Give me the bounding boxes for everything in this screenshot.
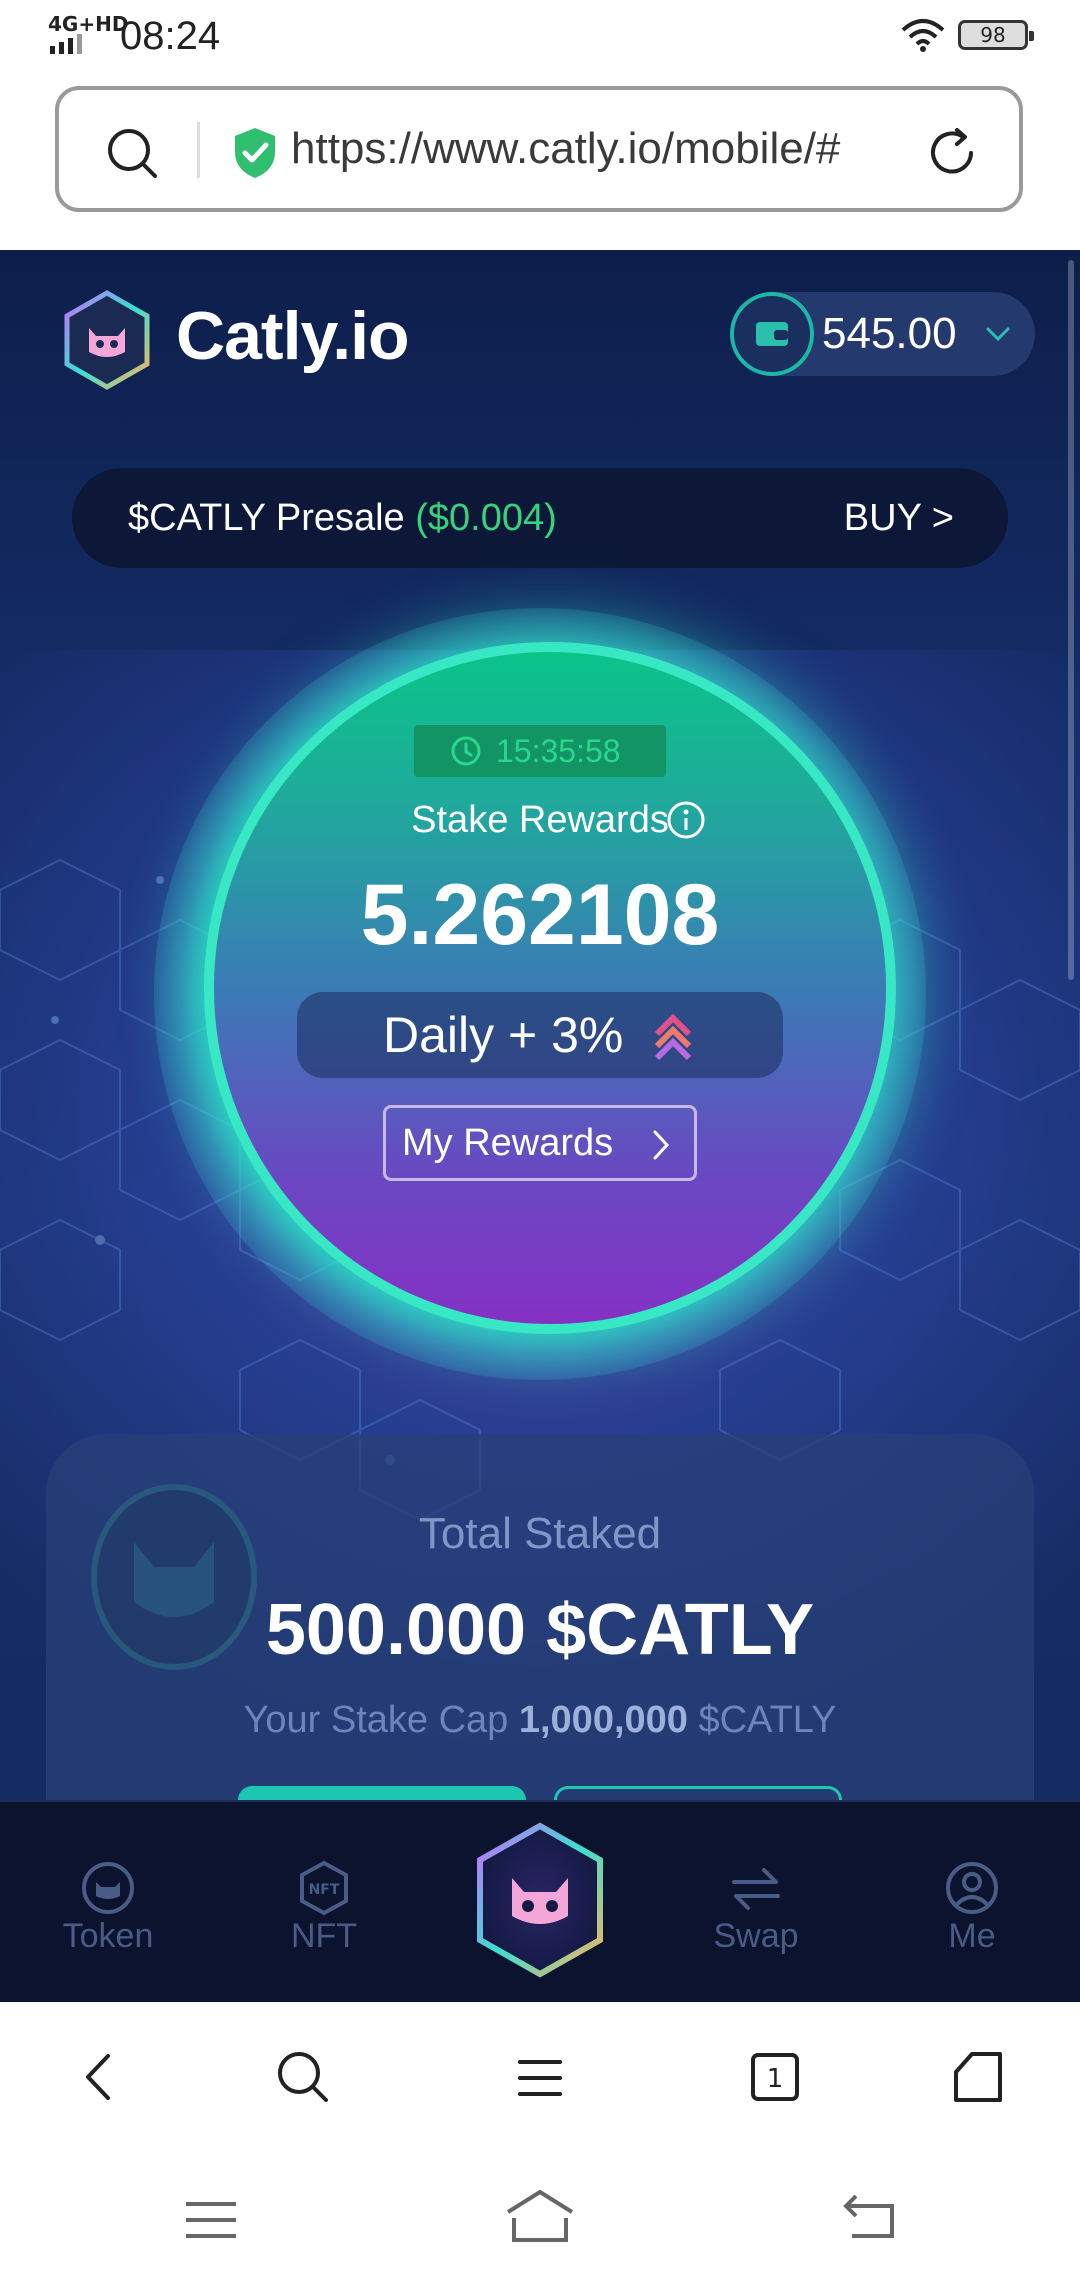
search-icon[interactable] <box>105 126 161 182</box>
svg-text:1: 1 <box>767 2064 784 2094</box>
back-icon[interactable] <box>80 2052 120 2102</box>
stake-cap-suffix: $CATLY <box>698 1699 837 1741</box>
swap-icon <box>732 1868 780 1910</box>
timer-text: 15:35:58 <box>496 733 621 769</box>
nav-label: Me <box>948 1917 996 1955</box>
presale-banner[interactable]: $CATLY Presale ($0.004) BUY > <box>72 468 1008 568</box>
arrow-up-icon <box>654 1013 692 1060</box>
daily-rate-text: Daily + 3% <box>383 1007 624 1063</box>
brand-title[interactable]: Catly.io <box>176 290 410 382</box>
stake-cap-text: Your Stake Cap 1,000,000 $CATLY <box>140 1692 940 1748</box>
address-bar[interactable]: https://www.catly.io/mobile/# <box>55 86 1023 212</box>
stake-cap-value: 1,000,000 <box>518 1699 688 1741</box>
wallet-balance-button[interactable]: 545.00 <box>730 292 1035 376</box>
token-icon <box>82 1862 134 1914</box>
divider <box>197 122 200 178</box>
shield-icon <box>235 128 275 178</box>
presale-label: $CATLY Presale <box>128 497 405 539</box>
countdown-timer: 15:35:58 <box>414 725 666 777</box>
bottom-nav: Token NFT NFT Swap Me <box>0 1800 1080 2004</box>
nav-item-swap[interactable]: Swap <box>648 1802 864 2004</box>
nav-item-token[interactable]: Token <box>0 1802 216 2004</box>
nav-item-nft[interactable]: NFT NFT <box>216 1802 432 2004</box>
wifi-icon <box>901 19 945 52</box>
url-text[interactable]: https://www.catly.io/mobile/# <box>291 118 951 180</box>
wallet-icon <box>730 292 814 376</box>
menu-icon[interactable] <box>516 2056 564 2100</box>
wallet-amount: 545.00 <box>822 309 957 358</box>
profile-icon <box>946 1862 998 1914</box>
chevron-right-icon <box>653 1130 670 1160</box>
nav-label: Swap <box>713 1917 799 1955</box>
network-indicator: 4G+HD <box>48 12 129 36</box>
stake-cap-prefix: Your Stake Cap <box>243 1699 509 1741</box>
buy-button[interactable]: BUY > <box>844 468 954 568</box>
catly-logo-icon[interactable] <box>62 290 152 390</box>
home-button-icon[interactable] <box>504 2188 576 2244</box>
daily-rate-pill: Daily + 3% <box>297 992 783 1078</box>
total-staked-value: 500.000 $CATLY <box>265 1590 815 1670</box>
stake-rewards-value: 5.262108 <box>360 867 720 963</box>
tabs-icon[interactable]: 1 <box>750 2052 800 2102</box>
my-rewards-button[interactable]: My Rewards <box>383 1105 697 1181</box>
total-staked-label: Total Staked <box>418 1509 662 1558</box>
system-back-icon[interactable] <box>842 2192 896 2240</box>
clock-icon <box>451 736 481 766</box>
battery-icon: 98 <box>958 20 1034 50</box>
svg-text:NFT: NFT <box>309 1882 340 1898</box>
scrollbar[interactable] <box>1068 260 1074 980</box>
app-content[interactable]: Catly.io 545.00 $CATLY Presale ($0.004) … <box>0 250 1080 2002</box>
stake-rewards-text: Stake Rewards <box>411 799 669 841</box>
nav-label: Token <box>62 1917 154 1955</box>
clock: 08:24 <box>120 14 221 58</box>
nav-item-me[interactable]: Me <box>864 1802 1080 2004</box>
recent-apps-icon[interactable] <box>184 2200 238 2240</box>
nav-label: NFT <box>290 1917 358 1955</box>
reload-icon[interactable] <box>923 124 981 182</box>
signal-icon <box>50 34 82 54</box>
catly-center-icon[interactable] <box>470 1820 610 1980</box>
search-icon[interactable] <box>276 2050 330 2104</box>
status-bar: 4G+HD 08:24 98 <box>0 0 1080 72</box>
chevron-down-icon <box>986 327 1010 342</box>
info-icon[interactable] <box>666 800 706 840</box>
presale-price: ($0.004) <box>415 497 557 539</box>
my-rewards-label: My Rewards <box>402 1122 614 1164</box>
browser-toolbar: 1 <box>0 2002 1080 2152</box>
system-nav <box>0 2152 1080 2280</box>
home-icon[interactable] <box>952 2050 1004 2104</box>
presale-text: $CATLY Presale ($0.004) <box>128 468 557 568</box>
nft-icon: NFT <box>300 1860 348 1916</box>
